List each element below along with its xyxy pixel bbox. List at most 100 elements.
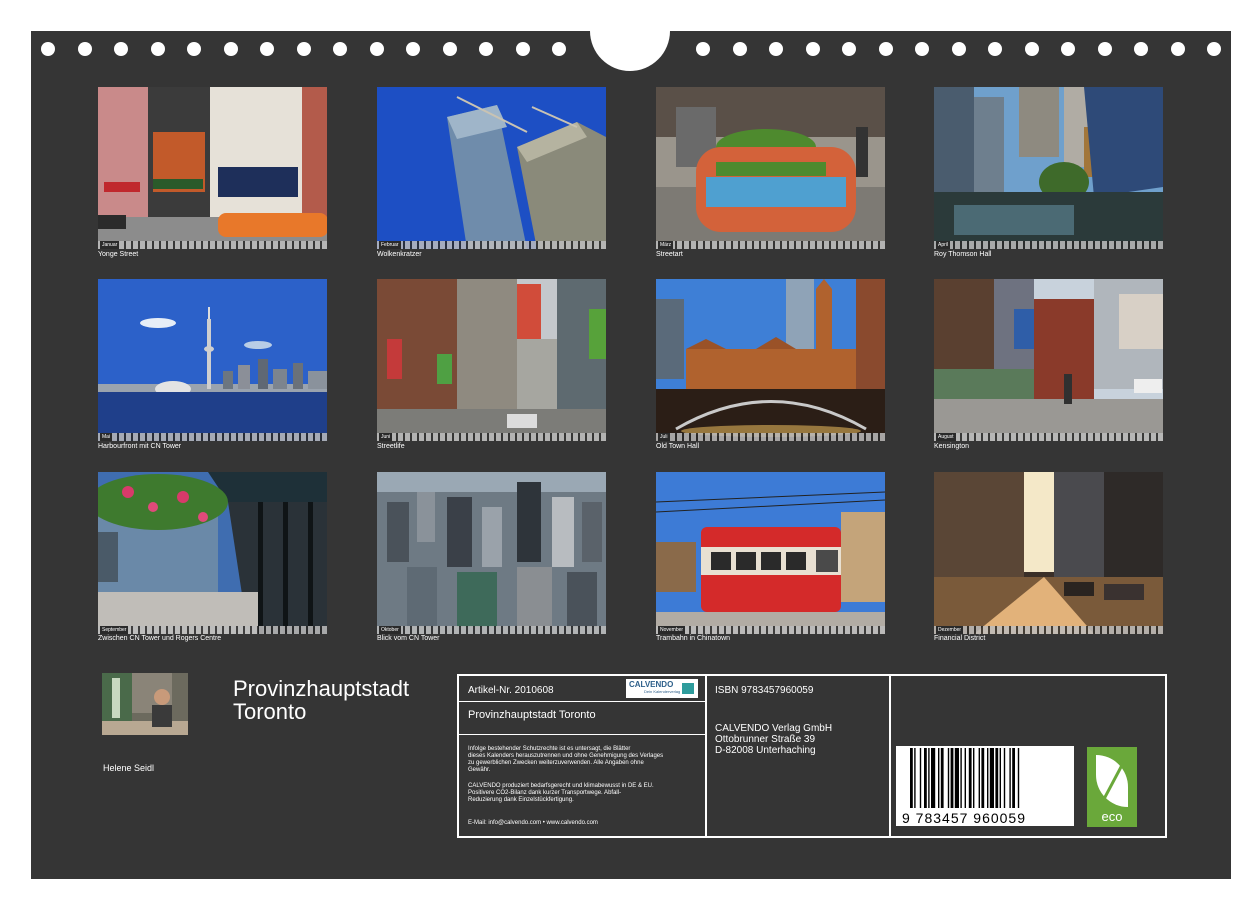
photo-old-town-hall: Juli — [656, 279, 885, 441]
logo-subtitle: Dein Kalenderverlag — [644, 689, 681, 694]
barcode-bar — [973, 748, 975, 808]
logo-mark-icon — [682, 683, 694, 694]
divider — [459, 734, 705, 735]
article-info-column: Artikel-Nr. 2010608 CALVENDO Dein Kalend… — [459, 676, 707, 836]
barcode-bar — [938, 748, 940, 808]
product-info-box: Artikel-Nr. 2010608 CALVENDO Dein Kalend… — [457, 674, 1167, 838]
month-calendar-strip — [934, 433, 1163, 441]
photo-kensington: August — [934, 279, 1163, 441]
month-calendar-strip — [656, 241, 885, 249]
barcode-bar — [989, 748, 994, 808]
caption-kensington: Kensington — [934, 443, 970, 450]
month-calendar-strip — [98, 241, 327, 249]
binding-hole — [1061, 42, 1075, 56]
barcode-column: 9 783457 960059 eco — [891, 676, 1165, 836]
photo-harbourfront: Mai — [98, 279, 327, 441]
financial-district-image — [934, 472, 1163, 634]
barcode-bar — [924, 748, 927, 808]
barcode-bar — [919, 748, 922, 808]
month-label: Juni — [379, 433, 393, 441]
barcode-bar — [1003, 748, 1006, 808]
month-label: Januar — [100, 241, 120, 249]
binding-hole — [77, 42, 92, 56]
streetlife-image — [377, 279, 606, 441]
barcode-bar — [954, 748, 959, 808]
binding-hole — [805, 42, 820, 56]
rights-line: zu gewerblichen Zwecken weiterzuverwende… — [468, 760, 644, 766]
caption-harbourfront: Harbourfront mit CN Tower — [98, 443, 182, 450]
month-label: September — [100, 626, 129, 634]
month-calendar-strip — [377, 626, 606, 634]
logo-brand: CALVENDO — [629, 680, 674, 689]
barcode-bar — [978, 748, 980, 808]
barcode-bar — [1009, 748, 1011, 808]
caption-roy-thomson-hall: Roy Thomson Hall — [934, 251, 992, 258]
barcode-bar — [940, 748, 944, 808]
publisher-line: D-82008 Unterhaching — [715, 745, 816, 756]
photo-wolkenkratzer: Februar — [377, 87, 606, 249]
caption-blick-vom-cn-tower: Blick vom CN Tower — [377, 635, 440, 642]
harbourfront-image — [98, 279, 327, 441]
blick-vom-cn-tower-image — [377, 472, 606, 634]
streetart-image — [656, 87, 885, 249]
caption-zwischen-cn-tower: Zwischen CN Tower und Rogers Centre — [98, 635, 222, 642]
photo-financial-district: Dezember — [934, 472, 1163, 634]
roy-thomson-hall-image — [934, 87, 1163, 249]
barcode-bar — [987, 748, 989, 808]
divider — [459, 701, 705, 702]
month-calendar-strip — [377, 433, 606, 441]
month-label: August — [936, 433, 956, 441]
eco-notice: CALVENDO produziert bedarfsgerecht und k… — [468, 783, 654, 804]
binding-hole — [1097, 42, 1112, 56]
caption-yonge-street: Yonge Street — [98, 251, 139, 258]
binding-hole — [1207, 42, 1221, 56]
binding-hole — [769, 42, 783, 56]
barcode-bar — [931, 748, 936, 808]
binding-hole — [114, 42, 128, 56]
barcode-bar — [960, 748, 962, 808]
caption-wolkenkratzer: Wolkenkratzer — [377, 251, 422, 258]
trambahn-chinatown-image — [656, 472, 885, 634]
barcode-bar — [910, 748, 913, 808]
barcode-bar — [995, 748, 999, 808]
month-calendar-strip — [656, 433, 885, 441]
author-photo — [102, 673, 188, 735]
barcode-number: 9 783457 960059 — [902, 810, 1026, 826]
calvendo-logo: CALVENDO Dein Kalenderverlag — [626, 679, 698, 698]
barcode: 9 783457 960059 — [896, 746, 1074, 826]
month-calendar-strip — [98, 433, 327, 441]
month-label: November — [658, 626, 686, 634]
publisher-address: CALVENDO Verlag GmbH Ottobrunner Straße … — [715, 723, 832, 756]
month-calendar-strip — [656, 626, 885, 634]
binding-hole — [878, 42, 893, 56]
author-image — [102, 673, 188, 735]
month-label: April — [936, 241, 951, 249]
eco-badge-label: eco — [1101, 809, 1123, 824]
publisher-line: Ottobrunner Straße 39 — [715, 734, 816, 745]
month-label: Dezember — [936, 626, 964, 634]
binding-hole — [260, 42, 274, 56]
binding-hole — [442, 42, 457, 56]
eco-line: Reduzierung dank Einzelstückfertigung. — [468, 797, 574, 803]
wolkenkratzer-image — [377, 87, 606, 249]
photo-yonge-street: Januar — [98, 87, 327, 249]
eco-badge: eco — [1087, 747, 1137, 827]
zwischen-cn-tower-image — [98, 472, 327, 634]
caption-old-town-hall: Old Town Hall — [656, 443, 700, 450]
month-calendar-strip — [934, 241, 1163, 249]
photo-roy-thomson-hall: April — [934, 87, 1163, 249]
binding-hole — [552, 42, 566, 56]
barcode-bar — [1012, 748, 1015, 808]
binding-hole — [696, 42, 710, 56]
binding-hole — [515, 42, 530, 56]
eco-line: CALVENDO produziert bedarfsgerecht und k… — [468, 783, 654, 789]
barcode-bar — [981, 748, 985, 808]
caption-streetlife: Streetlife — [377, 443, 405, 450]
photo-streetlife: Juni — [377, 279, 606, 441]
binding-hole — [150, 42, 165, 56]
publisher-line: CALVENDO Verlag GmbH — [715, 723, 833, 734]
binding-hole — [842, 42, 856, 56]
barcode-bar — [914, 748, 916, 808]
contact-info: E-Mail: info@calvendo.com • www.calvendo… — [468, 820, 598, 826]
rights-line: Infolge bestehender Schutzrechte ist es … — [468, 746, 631, 752]
